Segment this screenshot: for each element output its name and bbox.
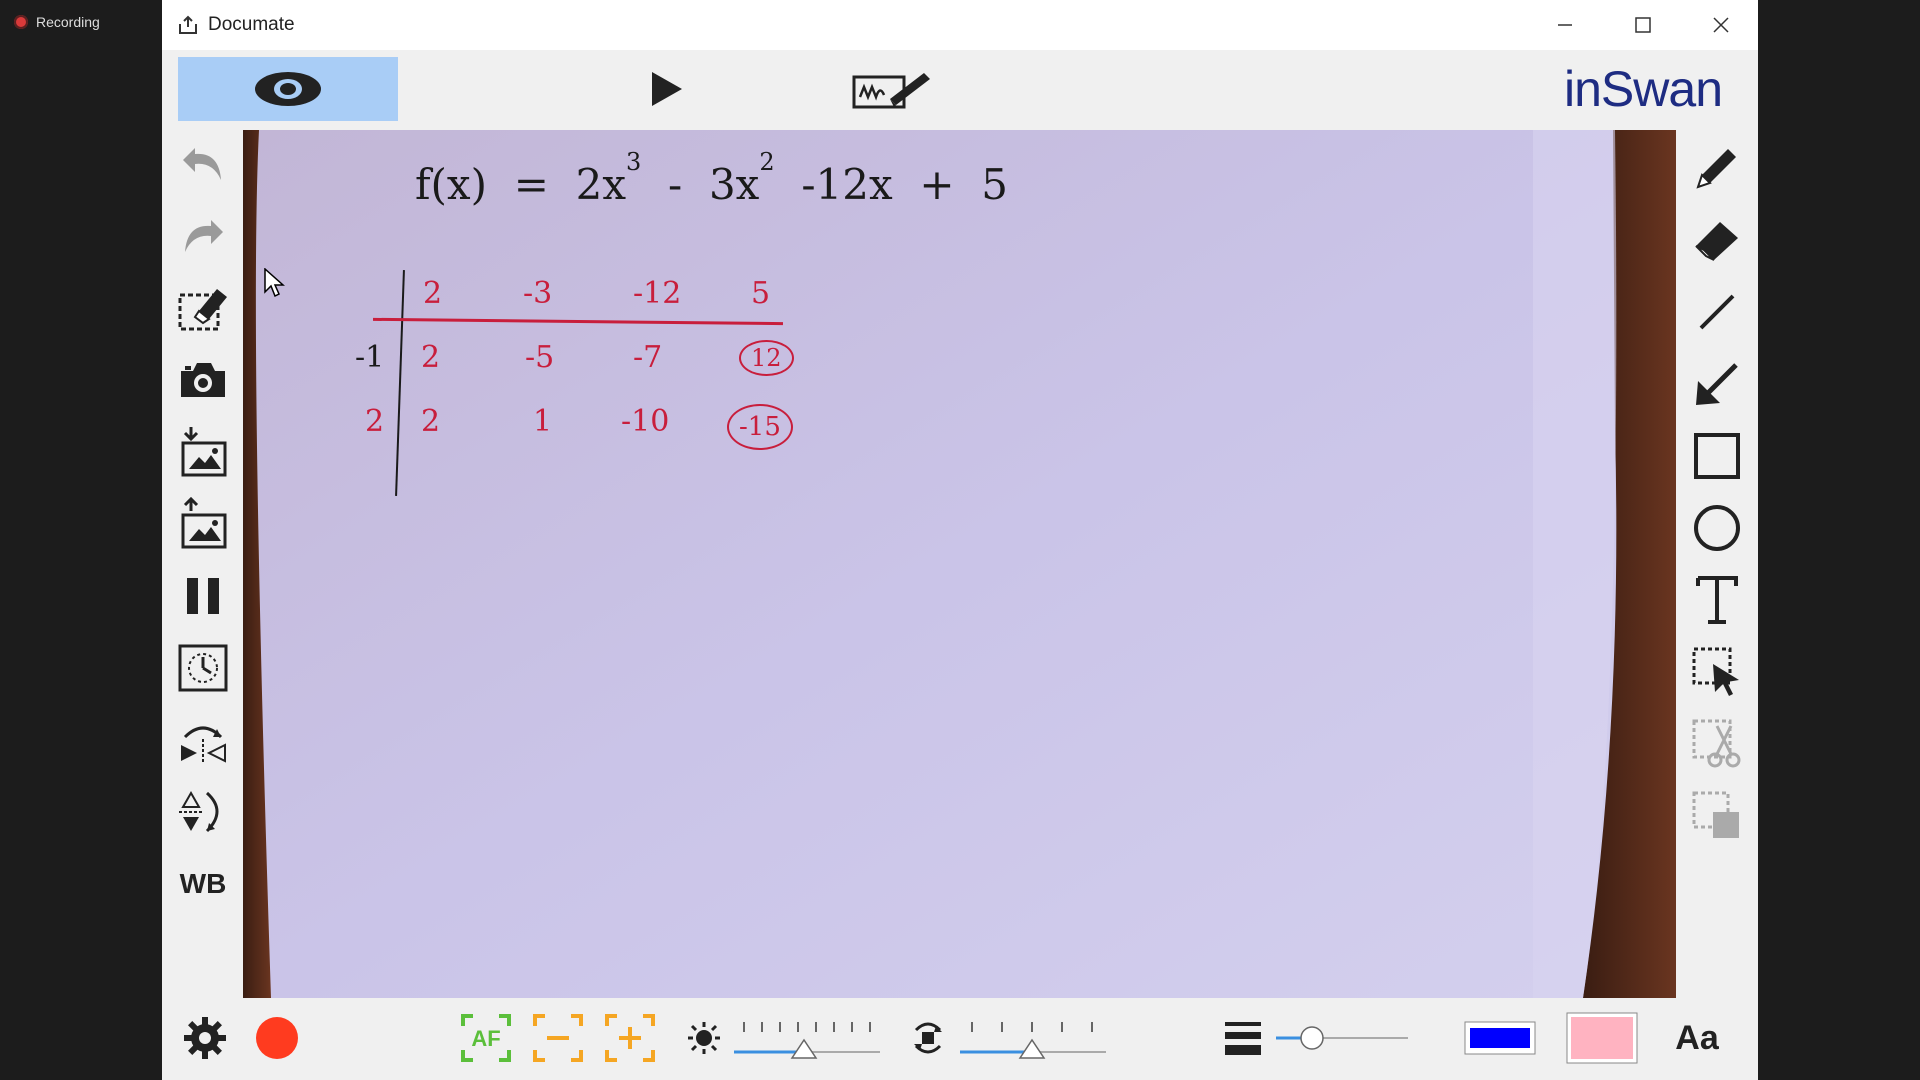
gear-icon [184, 1017, 226, 1059]
line-tool-button[interactable] [1684, 282, 1750, 342]
text-style-button[interactable]: Aa [1662, 1010, 1732, 1066]
minimize-button[interactable] [1526, 0, 1604, 50]
svg-text:AF: AF [471, 1026, 500, 1051]
live-view-button[interactable] [178, 57, 398, 121]
timelapse-button[interactable] [170, 638, 236, 698]
text-tool-button[interactable] [1684, 570, 1750, 630]
timer-icon [178, 644, 228, 692]
select-pointer-icon [1692, 647, 1739, 696]
brightness-slider-track [734, 1022, 880, 1059]
handwritten-function: f(x) = 2x3 - 3x2 -12x + 5 [415, 148, 1009, 209]
record-dot-icon [14, 15, 28, 29]
zoom-in-icon [605, 1014, 655, 1062]
eraser-tool-button[interactable] [1684, 210, 1750, 270]
inswan-logo: inSwan [1564, 61, 1723, 117]
line-width-slider[interactable] [1272, 1018, 1412, 1062]
eraser-icon [1695, 222, 1738, 261]
camera-icon [181, 363, 225, 397]
rectangle-tool-button[interactable] [1684, 426, 1750, 486]
rotate-icon [914, 1022, 942, 1054]
export-image-button[interactable] [170, 494, 236, 554]
arrow-icon [1696, 363, 1738, 405]
pen-color-swatch[interactable] [1462, 1010, 1538, 1066]
brightness-slider[interactable] [732, 1018, 882, 1062]
copy-icon [1692, 791, 1739, 838]
import-image-button[interactable] [170, 422, 236, 482]
select-tool-button[interactable] [1684, 642, 1750, 702]
synthetic-division-table: 2 -3 -12 5 -1 2 -5 -7 12 2 2 1 -10 -15 [355, 270, 933, 496]
redo-icon [185, 220, 223, 252]
pen-tool-button[interactable] [1684, 138, 1750, 198]
text-t-icon [1696, 576, 1738, 624]
playback-button[interactable] [602, 57, 732, 121]
maximize-icon [1635, 17, 1651, 33]
eye-icon [255, 72, 321, 106]
mode-toolbar: inSwan [162, 50, 1758, 130]
zoom-out-button[interactable] [528, 1010, 588, 1066]
pencil-icon [1696, 149, 1736, 189]
flip-vertical-icon [179, 790, 219, 833]
annotate-mode-button[interactable] [822, 57, 962, 121]
circle-icon [1694, 505, 1740, 551]
whiteboard-button[interactable]: WB [170, 854, 236, 914]
autofocus-icon: AF [461, 1014, 511, 1062]
zoom-in-button[interactable] [600, 1010, 660, 1066]
line-icon [1699, 294, 1735, 330]
window-title: Documate [208, 14, 295, 35]
rotation-slider-track [960, 1022, 1106, 1059]
flip-horizontal-button[interactable] [170, 710, 236, 770]
annotate-signature-icon [852, 73, 930, 109]
autofocus-button[interactable]: AF [456, 1010, 516, 1066]
app-icon [179, 15, 197, 34]
line-width-button[interactable] [1220, 1010, 1266, 1066]
play-icon [652, 72, 682, 106]
recording-label: Recording [36, 14, 100, 30]
zoom-out-icon [533, 1014, 583, 1062]
title-bar: Documate [162, 0, 1758, 50]
fill-color-icon [1566, 1012, 1638, 1064]
bottom-toolbar: AF Aa [162, 998, 1758, 1080]
flip-horizontal-icon [181, 726, 226, 763]
record-icon [256, 1017, 298, 1059]
fill-color-swatch[interactable] [1564, 1010, 1640, 1066]
arrow-tool-button[interactable] [1684, 354, 1750, 414]
rectangle-icon [1694, 433, 1740, 479]
documate-window: Documate inSwan WB f(x) = 2x3 - 3x2 -12x… [162, 0, 1758, 1080]
clear-annotations-button[interactable] [170, 278, 236, 338]
record-button[interactable] [248, 1010, 306, 1066]
image-import-icon [181, 427, 227, 477]
erase-selection-icon [178, 289, 227, 331]
image-export-icon [181, 497, 227, 549]
ellipse-tool-button[interactable] [1684, 498, 1750, 558]
mouse-cursor-icon [264, 268, 285, 298]
line-width-icon [1225, 1022, 1261, 1055]
brightness-icon [688, 1022, 720, 1054]
copy-button[interactable] [1684, 786, 1750, 846]
cut-button[interactable] [1684, 714, 1750, 774]
text-style-label: Aa [1675, 1018, 1719, 1057]
pen-color-icon [1464, 1021, 1536, 1055]
rotation-slider[interactable] [958, 1018, 1108, 1062]
rotate-icon-wrap [906, 1010, 950, 1066]
settings-button[interactable] [176, 1010, 234, 1066]
minimize-icon [1558, 24, 1572, 26]
redo-button[interactable] [170, 206, 236, 266]
maximize-button[interactable] [1604, 0, 1682, 50]
capture-button[interactable] [170, 350, 236, 410]
undo-button[interactable] [170, 134, 236, 194]
undo-icon [183, 148, 221, 180]
freeze-button[interactable] [170, 566, 236, 626]
scissors-icon [1692, 719, 1741, 768]
camera-view[interactable]: f(x) = 2x3 - 3x2 -12x + 5 2 -3 -12 5 -1 … [243, 130, 1676, 998]
flip-vertical-button[interactable] [170, 782, 236, 842]
line-width-slider-track [1276, 1026, 1408, 1050]
close-icon [1713, 17, 1729, 33]
pause-icon [187, 578, 219, 614]
close-button[interactable] [1682, 0, 1760, 50]
whiteboard-label: WB [179, 868, 227, 899]
recording-indicator: Recording [14, 14, 100, 30]
camera-feed [243, 130, 1676, 998]
brightness-icon-wrap [682, 1010, 726, 1066]
